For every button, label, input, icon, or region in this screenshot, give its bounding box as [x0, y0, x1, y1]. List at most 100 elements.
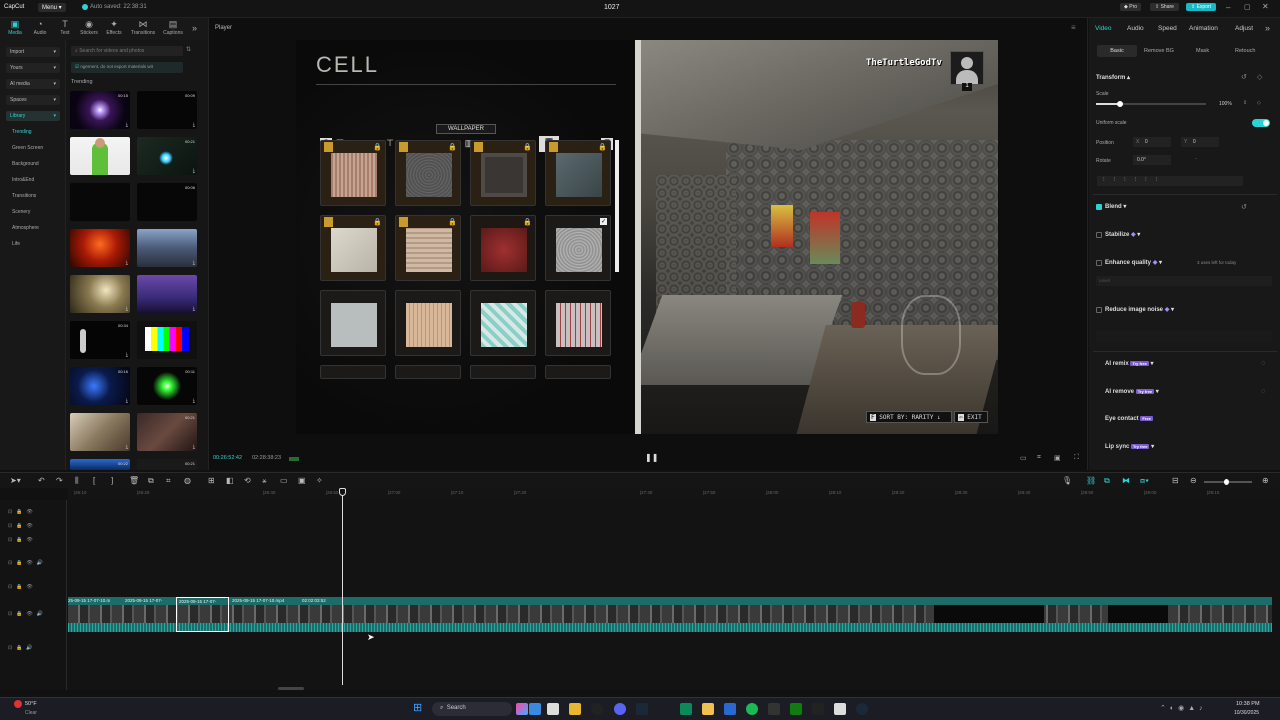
keyframe-icon[interactable]: ◇ — [1257, 73, 1262, 81]
pro-button[interactable]: ◆ Pro — [1120, 3, 1142, 11]
thumb-3[interactable] — [70, 137, 130, 175]
wallpaper-slot[interactable]: 🔒 — [470, 140, 536, 206]
fit-timeline-icon[interactable]: ⊟ — [1172, 476, 1179, 485]
undo-icon[interactable]: ↶ — [38, 476, 45, 485]
nav-intro-end[interactable]: Intro&End — [12, 177, 34, 183]
close-button[interactable]: ✕ — [1262, 2, 1269, 11]
eye-contact-section[interactable]: Eye contact Free — [1105, 416, 1153, 422]
caption-icon[interactable]: ▭ — [280, 476, 288, 485]
frame-icon[interactable]: ▣ — [298, 476, 306, 485]
thumb-14[interactable]: 00:11 ⤓ — [137, 367, 197, 405]
track-controls[interactable]: ⊡🔒👁 — [8, 509, 37, 515]
tab-adjust[interactable]: Adjust — [1235, 25, 1253, 32]
thumb-1[interactable]: 00:15 ⤓ — [70, 91, 130, 129]
player-menu-icon[interactable]: ≡ — [1071, 23, 1076, 32]
wallpaper-slot[interactable] — [545, 290, 611, 356]
tab-video[interactable]: Video — [1095, 25, 1112, 32]
scale-value[interactable]: 100% — [1219, 101, 1232, 107]
tool-stickers[interactable]: ◉ Stickers — [78, 19, 100, 39]
split-icon[interactable]: ⫼ — [75, 476, 79, 486]
ratio-icon[interactable]: ▣ — [1054, 454, 1061, 462]
scale-slider[interactable] — [1096, 101, 1206, 107]
capcut-taskbar-icon[interactable] — [812, 703, 824, 715]
grid-scrollbar[interactable] — [615, 140, 619, 272]
thumb-6[interactable]: 00:06 — [137, 183, 197, 221]
info-icon[interactable]: ◌ — [1261, 388, 1265, 395]
library-button[interactable]: Library ▾ — [6, 111, 60, 121]
tray-icons[interactable]: ⌃◐◉▲♪ — [1160, 704, 1207, 712]
magnet-icon[interactable]: ⧉ — [1104, 476, 1110, 486]
split-right-icon[interactable]: ] — [111, 476, 113, 485]
tool-effects[interactable]: ✦ Effects — [103, 19, 125, 39]
mirror-icon[interactable]: ◧ — [226, 476, 234, 485]
blend-section[interactable]: Blend ▾ — [1105, 203, 1126, 210]
track-controls[interactable]: ⊡🔒👁 — [8, 537, 37, 543]
tool-audio[interactable]: ◔ Audio — [29, 19, 51, 39]
tab-animation[interactable]: Animation — [1189, 25, 1218, 32]
wallpaper-slot[interactable] — [395, 290, 461, 356]
spaces-button[interactable]: Spaces ▾ — [6, 95, 60, 105]
position-x-input[interactable]: X 0 — [1133, 137, 1171, 147]
lip-sync-section[interactable]: Lip sync Try free ▾ — [1105, 443, 1154, 450]
position-y-input[interactable]: Y 0 — [1181, 137, 1219, 147]
nav-life[interactable]: Life — [12, 241, 20, 247]
ai-media-button[interactable]: AI media ▾ — [6, 79, 60, 89]
wallpaper-slot[interactable]: 🔒 — [395, 215, 461, 281]
wallpaper-slot[interactable]: 🔒 — [545, 140, 611, 206]
zoom-slider[interactable] — [1204, 479, 1252, 485]
enhance-checkbox[interactable] — [1096, 260, 1102, 266]
timeline-scrollbar[interactable] — [278, 687, 304, 690]
zoom-out-icon[interactable]: ⊖ — [1190, 476, 1197, 485]
align-buttons[interactable]: ⫶⫶⫶⫶⫶⫶ — [1097, 176, 1243, 186]
wallpaper-slot[interactable] — [470, 365, 536, 379]
start-icon[interactable]: ⊞ — [413, 701, 422, 714]
thumb-10[interactable]: ⤓ — [137, 275, 197, 313]
tool-text[interactable]: T Text — [54, 19, 76, 39]
widgets-icon[interactable] — [516, 703, 528, 715]
steam-icon[interactable] — [636, 703, 648, 715]
wallpaper-slot[interactable]: 🔒 — [320, 140, 386, 206]
thumb-18[interactable]: 00:21 — [137, 459, 197, 470]
delete-icon[interactable]: 🗑 — [129, 476, 139, 485]
rotate-input[interactable]: 0.0° — [1133, 155, 1171, 165]
wallpaper-slot[interactable]: 🔒 — [320, 215, 386, 281]
fullscreen-icon[interactable]: ⛶ — [1074, 454, 1079, 462]
clock-time[interactable]: 10:38 PM — [1236, 701, 1260, 707]
tool-transitions[interactable]: ⋈ Transitions — [128, 19, 158, 39]
app-icon[interactable] — [680, 703, 692, 715]
folder-icon[interactable] — [702, 703, 714, 715]
nav-background[interactable]: Background — [12, 161, 39, 167]
wallpaper-slot[interactable] — [320, 290, 386, 356]
weather-temp[interactable]: 50°F — [25, 701, 37, 707]
track-controls[interactable]: ⊡🔒🔊 — [8, 645, 37, 651]
transform-header[interactable]: Transform ▴ — [1096, 74, 1130, 81]
reset-icon[interactable]: ↺ — [1241, 203, 1247, 211]
scale-stepper[interactable]: ⇕ — [1243, 100, 1247, 106]
selected-clip[interactable]: 2025-09-15 17-07- — [176, 597, 229, 632]
filter-icon[interactable]: ⇅ — [186, 46, 191, 53]
blend-checkbox[interactable] — [1096, 204, 1102, 210]
playhead[interactable] — [339, 488, 346, 685]
steam2-icon[interactable] — [856, 703, 868, 715]
track-controls[interactable]: ⊡🔒👁 — [8, 584, 37, 590]
exit-button[interactable]: ⇦ EXIT — [954, 411, 988, 423]
wallpaper-slot[interactable]: 🔒 — [470, 215, 536, 281]
preview-axis-icon[interactable]: ⧈▾ — [1140, 476, 1149, 486]
magic-icon[interactable]: ⚹ — [262, 476, 267, 486]
reset-icon[interactable]: ↺ — [1241, 73, 1247, 81]
tool-captions[interactable]: ▤ Captions — [160, 19, 186, 39]
pause-button[interactable]: ❚❚ — [645, 453, 658, 462]
ai-remove-section[interactable]: AI remove Try free ▾ — [1105, 388, 1159, 395]
subtab-remove-bg[interactable]: Remove BG — [1144, 48, 1174, 54]
wallpaper-slot[interactable] — [395, 365, 461, 379]
export-button[interactable]: ⇪ Export — [1186, 3, 1217, 11]
main-video-clip[interactable]: 25-09-15 17-07-10.m 2025-09-15 17-07- 20… — [68, 597, 1272, 632]
xbox-icon[interactable] — [790, 703, 802, 715]
maximize-button[interactable]: ▢ — [1244, 3, 1251, 11]
wallpaper-slot[interactable] — [545, 365, 611, 379]
files-icon[interactable] — [547, 703, 559, 715]
thumb-8[interactable]: ⤓ — [137, 229, 197, 267]
capcut-active-icon[interactable] — [834, 703, 846, 715]
weather-desc[interactable]: Clear — [25, 710, 37, 716]
share-button[interactable]: ⇪ Share — [1150, 3, 1179, 11]
